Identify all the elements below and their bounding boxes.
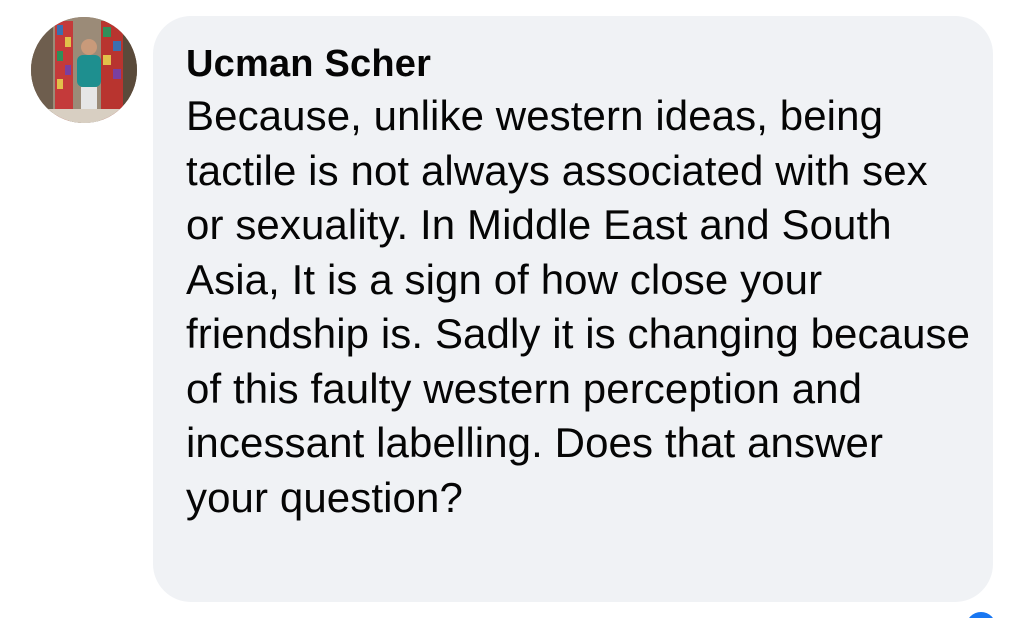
- comment-thread: Ucman Scher Because, unlike western idea…: [0, 0, 1024, 618]
- like-reaction-icon[interactable]: [966, 612, 996, 618]
- comment-author-name[interactable]: Ucman Scher: [186, 40, 963, 88]
- comment-text: Because, unlike western ideas, being tac…: [186, 92, 971, 521]
- avatar[interactable]: [31, 17, 137, 123]
- avatar-photo: [31, 17, 137, 123]
- comment-bubble[interactable]: Ucman Scher Because, unlike western idea…: [153, 16, 993, 602]
